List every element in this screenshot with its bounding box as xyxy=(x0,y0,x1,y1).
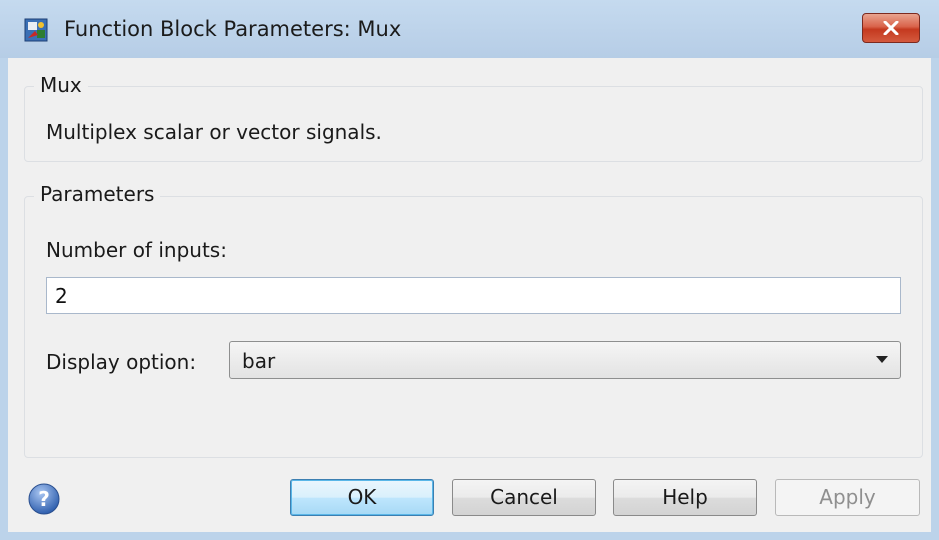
ok-button[interactable]: OK xyxy=(290,479,434,516)
description-group-title: Mux xyxy=(34,73,88,97)
display-option-value: bar xyxy=(242,349,276,373)
title-bar[interactable]: Function Block Parameters: Mux xyxy=(0,0,939,58)
dialog-content: Mux Multiplex scalar or vector signals. … xyxy=(8,58,931,532)
svg-text:?: ? xyxy=(38,487,50,511)
dialog-window: Function Block Parameters: Mux Mux Multi… xyxy=(0,0,939,540)
help-button[interactable]: Help xyxy=(613,479,757,516)
apply-button[interactable]: Apply xyxy=(775,479,920,516)
close-icon xyxy=(883,16,899,40)
close-button[interactable] xyxy=(862,13,920,43)
number-of-inputs-input[interactable] xyxy=(46,277,901,314)
help-icon[interactable]: ? xyxy=(28,483,60,515)
display-option-label: Display option: xyxy=(46,350,197,374)
cancel-button[interactable]: Cancel xyxy=(452,479,596,516)
window-title: Function Block Parameters: Mux xyxy=(64,17,402,41)
simulink-block-icon xyxy=(24,18,48,42)
parameters-group-title: Parameters xyxy=(34,182,161,206)
block-description: Multiplex scalar or vector signals. xyxy=(46,120,382,144)
display-option-select[interactable]: bar xyxy=(229,341,901,379)
number-of-inputs-label: Number of inputs: xyxy=(46,238,227,262)
parameters-group xyxy=(24,196,923,458)
dropdown-arrow-icon xyxy=(876,356,888,363)
